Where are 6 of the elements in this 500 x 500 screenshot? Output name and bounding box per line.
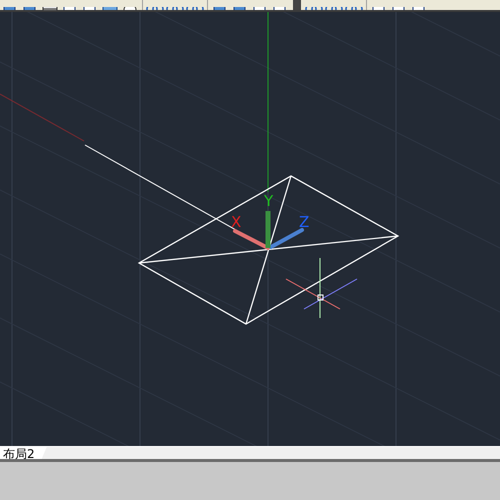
toolbar-grip[interactable] <box>293 0 301 10</box>
axis-label: X <box>231 213 242 231</box>
axis-label: Y <box>264 192 274 210</box>
layout-tab[interactable]: 布局2 <box>0 447 47 459</box>
axis-label: Z <box>299 213 310 231</box>
crosshair-cursor <box>286 258 358 318</box>
